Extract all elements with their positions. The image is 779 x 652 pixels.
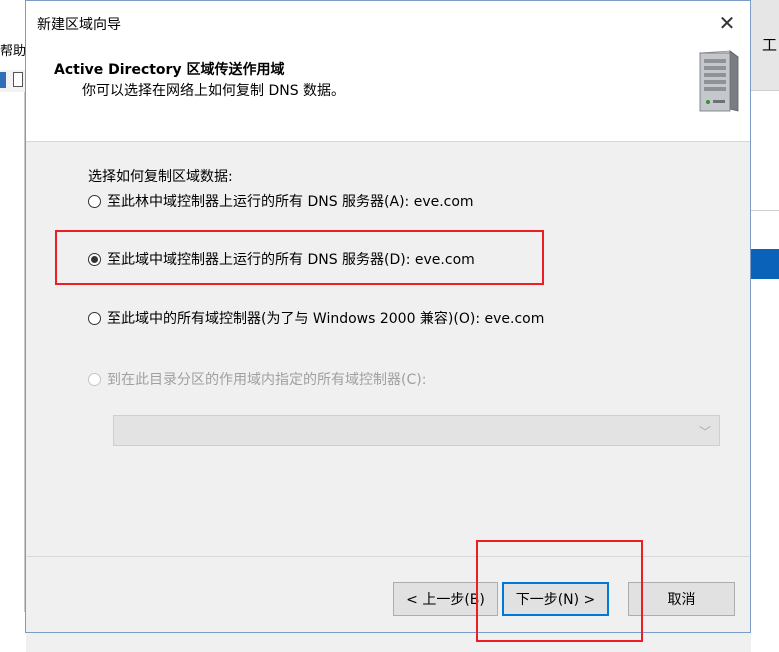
replication-prompt: 选择如何复制区域数据: bbox=[88, 169, 233, 185]
window-title: 新建区域向导 bbox=[37, 17, 121, 33]
background-document-icon[interactable] bbox=[13, 72, 23, 87]
option-label: 到在此目录分区的作用域内指定的所有域控制器(C): bbox=[107, 372, 427, 388]
wizard-header: Active Directory 区域传送作用域 你可以选择在网络上如何复制 D… bbox=[26, 45, 750, 142]
chevron-down-icon: ﹀ bbox=[698, 425, 711, 439]
partition-select: ﹀ bbox=[113, 415, 720, 446]
option-label: 至此林中域控制器上运行的所有 DNS 服务器(A): eve.com bbox=[107, 194, 474, 210]
radio-all-domain-controllers[interactable] bbox=[88, 311, 101, 325]
back-button[interactable]: < 上一步(B) bbox=[393, 582, 498, 616]
option-all-domain-controllers[interactable]: 至此域中的所有域控制器(为了与 Windows 2000 兼容)(O): eve… bbox=[88, 307, 544, 329]
background-selected-row[interactable] bbox=[751, 249, 779, 279]
cancel-button[interactable]: 取消 bbox=[628, 582, 735, 616]
title-bar: 新建区域向导 ✕ bbox=[26, 1, 750, 45]
option-label: 至此域中域控制器上运行的所有 DNS 服务器(D): eve.com bbox=[107, 252, 475, 268]
new-zone-wizard-dialog: 新建区域向导 ✕ Active Directory 区域传送作用域 你可以选择在… bbox=[25, 0, 751, 642]
page-subtitle: 你可以选择在网络上如何复制 DNS 数据。 bbox=[82, 83, 346, 99]
background-divider bbox=[751, 210, 779, 211]
background-menu-help[interactable]: 帮助 bbox=[0, 40, 26, 59]
radio-directory-partition bbox=[88, 372, 101, 386]
option-label: 至此域中的所有域控制器(为了与 Windows 2000 兼容)(O): eve… bbox=[107, 311, 545, 327]
background-tree-panel bbox=[0, 92, 25, 612]
background-right-label: 工 bbox=[762, 36, 778, 54]
option-forest-dns-servers[interactable]: 至此林中域控制器上运行的所有 DNS 服务器(A): eve.com bbox=[88, 190, 474, 212]
option-domain-dns-servers[interactable]: 至此域中域控制器上运行的所有 DNS 服务器(D): eve.com bbox=[88, 248, 475, 270]
page-title: Active Directory 区域传送作用域 bbox=[54, 62, 285, 78]
footer-divider bbox=[26, 556, 750, 557]
option-directory-partition: 到在此目录分区的作用域内指定的所有域控制器(C): bbox=[88, 368, 426, 390]
close-icon[interactable]: ✕ bbox=[704, 1, 750, 45]
radio-domain-dns-servers[interactable] bbox=[88, 252, 101, 266]
next-button[interactable]: 下一步(N) > bbox=[502, 582, 609, 616]
server-icon bbox=[698, 50, 740, 112]
radio-forest-dns-servers[interactable] bbox=[88, 194, 101, 208]
background-toolbar-icon[interactable] bbox=[0, 72, 6, 88]
background-right-window bbox=[751, 0, 779, 652]
